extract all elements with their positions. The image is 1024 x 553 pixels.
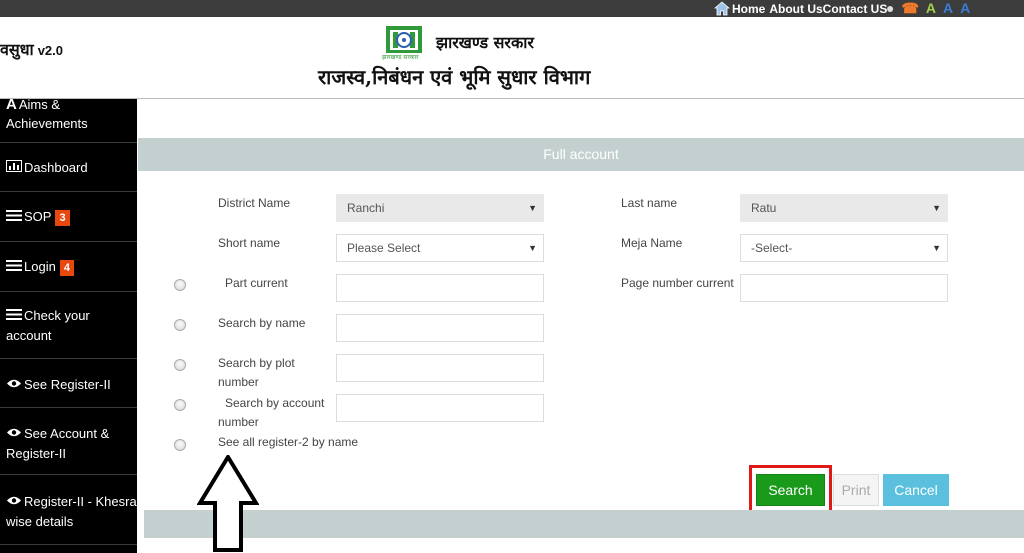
print-button[interactable]: Print (833, 474, 879, 506)
sidebar-item-sop[interactable]: SOP 3 (0, 192, 137, 242)
shortname-value: Please Select (347, 241, 421, 255)
page-number-label: Page number current (621, 276, 734, 290)
shortname-select[interactable]: Please Select ▼ (336, 234, 544, 262)
search-by-plot-label: Search by plot number (218, 354, 295, 392)
panel-footer (144, 510, 1024, 538)
list-icon (6, 208, 22, 227)
aims-icon: A (6, 99, 17, 113)
home-icon[interactable] (714, 1, 730, 16)
sidebar-item-label: See Register-II (24, 377, 111, 392)
search-by-name-input[interactable] (336, 314, 544, 342)
login-count-badge: 4 (59, 259, 74, 276)
govt-title: झारखण्ड सरकार (436, 33, 534, 52)
search-by-name-radio[interactable] (174, 319, 186, 331)
sidebar-item-label: Login (24, 259, 56, 274)
search-by-account-input[interactable] (336, 394, 544, 422)
meja-label: Meja Name (621, 236, 683, 250)
shortname-label: Short name (218, 236, 281, 250)
phone-icon[interactable]: ☎ (901, 0, 918, 17)
eye-icon (6, 376, 22, 395)
search-button[interactable]: Search (756, 474, 825, 506)
top-icons: ● ☎ A A A (886, 0, 970, 17)
sop-count-badge: 3 (55, 209, 70, 226)
sidebar: A Aims & Achievements Dashboard SOP 3 Logi… (0, 99, 137, 553)
search-by-account-radio[interactable] (174, 399, 186, 411)
brand-name: वसुधा (0, 40, 34, 59)
logo-caption: झारखण्ड सरकार (382, 54, 419, 61)
meja-select[interactable]: -Select- ▼ (740, 234, 948, 262)
part-current-radio[interactable] (174, 279, 186, 291)
page-number-input[interactable] (740, 274, 948, 302)
lastname-value: Ratu (751, 201, 777, 215)
nav-home-link[interactable]: Home (732, 2, 765, 16)
panel-title: Full account (138, 138, 1024, 171)
district-value: Ranchi (347, 201, 385, 215)
font-increase-icon[interactable]: A (926, 0, 936, 17)
version-label: v2.0 (37, 43, 64, 58)
search-by-account-label-line2: number (218, 415, 259, 429)
district-label: District Name (218, 196, 291, 210)
eye-icon (6, 425, 22, 444)
font-normal-icon[interactable]: A (943, 0, 953, 17)
search-by-account-label-line1: Search by account (225, 396, 325, 410)
search-by-plot-label-line1: Search by plot (218, 356, 295, 370)
eye-icon (6, 493, 22, 512)
search-by-account-label: Search by account number (218, 394, 324, 432)
meja-value: -Select- (751, 241, 793, 255)
chevron-down-icon: ▼ (528, 243, 537, 253)
sidebar-item-aims[interactable]: A Aims & Achievements (0, 99, 137, 143)
sidebar-item-dashboard[interactable]: Dashboard (0, 143, 137, 192)
part-current-label: Part current (225, 276, 288, 290)
nav-contact-link[interactable]: Contact US (823, 2, 888, 16)
nav-about-link[interactable]: About Us (769, 2, 822, 16)
font-decrease-icon[interactable]: A (960, 0, 970, 17)
sidebar-item-login[interactable]: Login 4 (0, 242, 137, 292)
search-by-plot-label-line2: number (218, 375, 259, 389)
list-icon (6, 258, 22, 277)
sidebar-item-label: Dashboard (24, 160, 88, 175)
bar-chart-icon (6, 159, 22, 178)
see-all-register-radio[interactable] (174, 439, 186, 451)
lastname-select[interactable]: Ratu ▼ (740, 194, 948, 222)
district-select[interactable]: Ranchi ▼ (336, 194, 544, 222)
sidebar-item-see-account-register[interactable]: See Account & Register-II (0, 408, 137, 475)
top-nav: Home About Us Contact US (714, 0, 887, 17)
list-icon (6, 307, 22, 326)
part-current-input[interactable] (336, 274, 544, 302)
department-title: राजस्व,निबंधन एवं भूमि सुधार विभाग (318, 65, 591, 89)
search-by-plot-radio[interactable] (174, 359, 186, 371)
see-all-register-label: See all register-2 by name (218, 435, 359, 449)
search-by-name-label: Search by name (218, 316, 306, 330)
sidebar-item-khesra-details[interactable]: Register-II - Khesra wise details (0, 475, 137, 545)
lastname-label: Last name (621, 196, 678, 210)
sidebar-item-label: Register-II - Khesra wise details (6, 494, 137, 529)
chevron-down-icon: ▼ (528, 203, 537, 213)
sidebar-item-label: Aims & Achievements (6, 99, 88, 131)
chevron-down-icon: ▼ (932, 203, 941, 213)
cancel-button[interactable]: Cancel (883, 474, 949, 506)
header-divider (0, 98, 1024, 99)
sidebar-item-label: SOP (24, 209, 52, 224)
user-group-icon[interactable]: ● (886, 0, 894, 17)
brand[interactable]: वसुधा v2.0 (0, 38, 63, 60)
sidebar-item-see-register[interactable]: See Register-II (0, 359, 137, 408)
sidebar-item-check-account[interactable]: Check your account (0, 292, 137, 359)
chevron-down-icon: ▼ (932, 243, 941, 253)
search-by-plot-input[interactable] (336, 354, 544, 382)
arrow-up-icon (197, 455, 259, 552)
